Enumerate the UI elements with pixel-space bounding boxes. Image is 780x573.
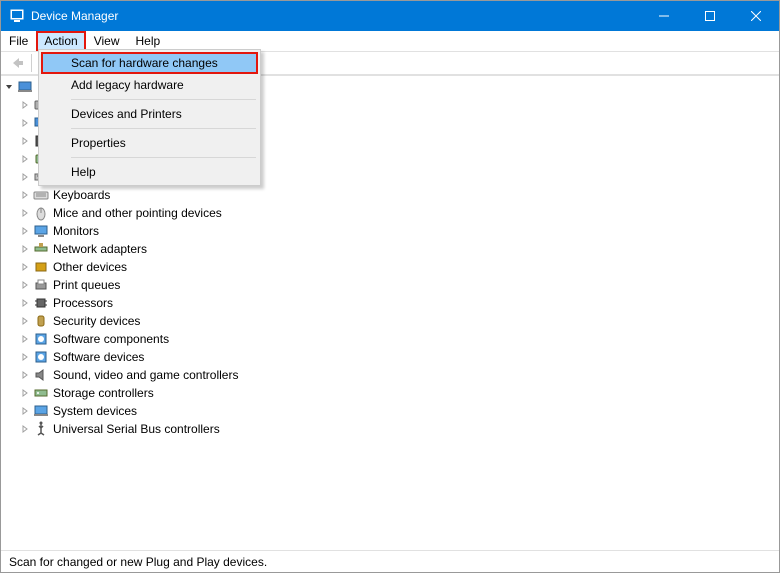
dropdown-separator — [71, 157, 256, 158]
other-icon — [33, 259, 49, 275]
chevron-right-icon[interactable] — [19, 135, 31, 147]
tree-item-label: Software components — [53, 332, 169, 346]
tree-item-label: Other devices — [53, 260, 127, 274]
menu-view[interactable]: View — [86, 31, 128, 51]
tree-item-other-devices[interactable]: Other devices — [1, 258, 779, 276]
chevron-right-icon[interactable] — [19, 153, 31, 165]
tree-item-label: Monitors — [53, 224, 99, 238]
tree-item-label: Sound, video and game controllers — [53, 368, 238, 382]
tree-item-label: Network adapters — [53, 242, 147, 256]
tree-item-label: Universal Serial Bus controllers — [53, 422, 220, 436]
dropdown-item-properties[interactable]: Properties — [41, 132, 258, 154]
chevron-right-icon[interactable] — [19, 171, 31, 183]
chevron-right-icon[interactable] — [19, 279, 31, 291]
chevron-right-icon[interactable] — [19, 225, 31, 237]
tree-item-network-adapters[interactable]: Network adapters — [1, 240, 779, 258]
status-text: Scan for changed or new Plug and Play de… — [9, 555, 267, 569]
tree-item-storage-controllers[interactable]: Storage controllers — [1, 384, 779, 402]
network-icon — [33, 241, 49, 257]
chevron-right-icon[interactable] — [19, 333, 31, 345]
tree-item-keyboards[interactable]: Keyboards — [1, 186, 779, 204]
menu-help[interactable]: Help — [128, 31, 169, 51]
tree-item-mice-and-other-pointing-devices[interactable]: Mice and other pointing devices — [1, 204, 779, 222]
chevron-right-icon[interactable] — [19, 351, 31, 363]
chevron-right-icon[interactable] — [19, 243, 31, 255]
cpu-icon — [33, 295, 49, 311]
tree-item-label: Software devices — [53, 350, 144, 364]
app-icon — [9, 8, 25, 24]
mouse-icon — [33, 205, 49, 221]
dropdown-item-add-legacy-hardware[interactable]: Add legacy hardware — [41, 74, 258, 96]
tree-item-monitors[interactable]: Monitors — [1, 222, 779, 240]
tree-item-label: Processors — [53, 296, 113, 310]
system-icon — [33, 403, 49, 419]
chevron-right-icon[interactable] — [19, 297, 31, 309]
software-icon — [33, 331, 49, 347]
chevron-right-icon[interactable] — [19, 387, 31, 399]
tree-item-print-queues[interactable]: Print queues — [1, 276, 779, 294]
dropdown-item-scan-for-hardware-changes[interactable]: Scan for hardware changes — [41, 52, 258, 74]
tree-item-label: Print queues — [53, 278, 120, 292]
chevron-right-icon[interactable] — [19, 369, 31, 381]
storage-icon — [33, 385, 49, 401]
chevron-right-icon[interactable] — [19, 261, 31, 273]
chevron-right-icon[interactable] — [19, 99, 31, 111]
tree-item-universal-serial-bus-controllers[interactable]: Universal Serial Bus controllers — [1, 420, 779, 438]
maximize-button[interactable] — [687, 1, 733, 31]
computer-icon — [17, 79, 33, 95]
sound-icon — [33, 367, 49, 383]
back-button[interactable] — [5, 53, 27, 73]
menu-action[interactable]: Action — [36, 31, 85, 51]
dropdown-item-help[interactable]: Help — [41, 161, 258, 183]
printer-icon — [33, 277, 49, 293]
monitor-icon — [33, 223, 49, 239]
statusbar: Scan for changed or new Plug and Play de… — [1, 550, 779, 572]
tree-item-software-devices[interactable]: Software devices — [1, 348, 779, 366]
menu-file[interactable]: File — [1, 31, 36, 51]
dropdown-separator — [71, 128, 256, 129]
tree-item-label: Security devices — [53, 314, 140, 328]
usb-icon — [33, 421, 49, 437]
window-controls — [641, 1, 779, 31]
chevron-right-icon[interactable] — [19, 405, 31, 417]
chevron-right-icon[interactable] — [19, 189, 31, 201]
software-icon — [33, 349, 49, 365]
action-dropdown: Scan for hardware changesAdd legacy hard… — [38, 49, 261, 186]
minimize-button[interactable] — [641, 1, 687, 31]
tree-item-software-components[interactable]: Software components — [1, 330, 779, 348]
dropdown-item-devices-and-printers[interactable]: Devices and Printers — [41, 103, 258, 125]
tree-item-security-devices[interactable]: Security devices — [1, 312, 779, 330]
chevron-down-icon[interactable] — [3, 81, 15, 93]
titlebar: Device Manager — [1, 1, 779, 31]
toolbar-separator — [31, 54, 32, 72]
chevron-right-icon[interactable] — [19, 423, 31, 435]
chevron-right-icon[interactable] — [19, 117, 31, 129]
tree-item-sound-video-and-game-controllers[interactable]: Sound, video and game controllers — [1, 366, 779, 384]
tree-item-label: Keyboards — [53, 188, 110, 202]
chevron-right-icon[interactable] — [19, 207, 31, 219]
tree-item-processors[interactable]: Processors — [1, 294, 779, 312]
tree-item-label: System devices — [53, 404, 137, 418]
window-title: Device Manager — [31, 9, 641, 23]
keyboard-icon — [33, 187, 49, 203]
security-icon — [33, 313, 49, 329]
dropdown-separator — [71, 99, 256, 100]
close-button[interactable] — [733, 1, 779, 31]
chevron-right-icon[interactable] — [19, 315, 31, 327]
tree-item-label: Storage controllers — [53, 386, 154, 400]
tree-item-label: Mice and other pointing devices — [53, 206, 222, 220]
tree-item-system-devices[interactable]: System devices — [1, 402, 779, 420]
menubar: FileActionViewHelp — [1, 31, 779, 51]
